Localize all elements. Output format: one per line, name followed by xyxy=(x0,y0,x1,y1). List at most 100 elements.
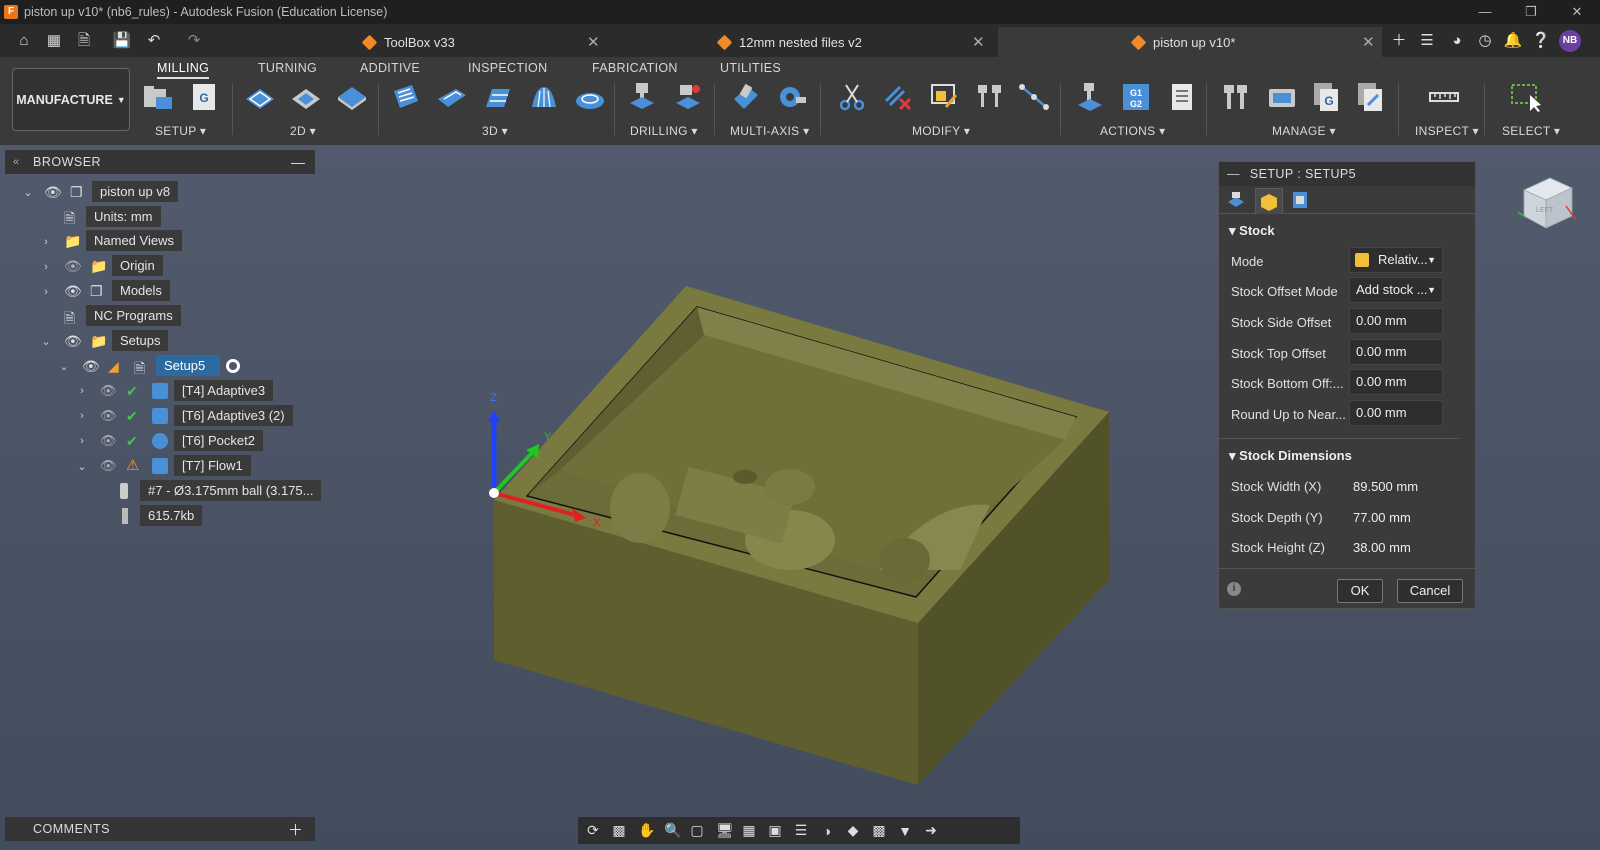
chevron-right-icon[interactable]: › xyxy=(40,286,52,298)
group-3d[interactable]: 3D ▾ xyxy=(482,124,508,138)
home-icon[interactable]: ⌂ xyxy=(14,31,34,51)
tree-operation[interactable]: [T7] Flow1 xyxy=(174,455,251,476)
zoom-icon[interactable]: 🔍 xyxy=(664,822,681,839)
stock-top-offset-input[interactable]: 0.00 mm xyxy=(1349,339,1443,365)
tree-operation[interactable]: [T6] Pocket2 xyxy=(174,430,263,451)
minimize-panel-icon[interactable]: — xyxy=(291,154,305,170)
tab-utilities[interactable]: UTILITIES xyxy=(720,61,781,75)
eye-hidden-icon[interactable]: 👁 xyxy=(100,383,117,399)
group-setup[interactable]: SETUP ▾ xyxy=(155,124,206,138)
grid-icon[interactable]: ▦ xyxy=(742,822,756,839)
trim-scissors-icon[interactable] xyxy=(836,81,868,113)
close-tab-icon[interactable]: ✕ xyxy=(587,33,600,51)
close-tab-icon[interactable]: ✕ xyxy=(1362,33,1375,51)
round-up-input[interactable]: 0.00 mm xyxy=(1349,400,1443,426)
2d-pocket-icon[interactable] xyxy=(290,81,322,113)
notifications-icon[interactable]: 🔔 xyxy=(1503,31,1523,51)
info-icon[interactable]: i xyxy=(1227,582,1241,596)
stock-section-header[interactable]: ▾ Stock xyxy=(1229,223,1275,239)
group-actions[interactable]: ACTIONS ▾ xyxy=(1100,124,1165,138)
delete-toolpath-icon[interactable] xyxy=(882,81,914,113)
tab-inspection[interactable]: INSPECTION xyxy=(468,61,547,75)
tab-stock[interactable] xyxy=(1255,188,1283,214)
display-settings-icon[interactable]: 🖥 xyxy=(716,822,734,839)
edit-feed-icon[interactable] xyxy=(928,81,960,113)
tree-root-label[interactable]: piston up v8 xyxy=(92,181,179,202)
tab-milling[interactable]: MILLING xyxy=(157,61,210,79)
viewports-icon[interactable]: ▣ xyxy=(768,822,782,839)
tree-file-size[interactable]: 615.7kb xyxy=(140,505,203,526)
clock-icon[interactable]: ◷ xyxy=(1475,31,1495,51)
eye-hidden-icon[interactable]: 👁 xyxy=(100,408,117,424)
workspace-switcher[interactable]: MANUFACTURE ▼ xyxy=(12,68,130,131)
eye-icon[interactable]: 👁 xyxy=(64,333,82,349)
tab-fabrication[interactable]: FABRICATION xyxy=(592,61,678,75)
activate-setup-icon[interactable] xyxy=(226,359,240,373)
view-cube[interactable]: LEFT xyxy=(1510,168,1582,240)
minimize-button[interactable]: — xyxy=(1462,0,1508,24)
eye-hidden-icon[interactable]: 👁 xyxy=(64,258,82,274)
group-inspect[interactable]: INSPECT ▾ xyxy=(1415,124,1479,138)
eye-icon[interactable]: 👁 xyxy=(64,283,82,299)
simulate-icon[interactable] xyxy=(1074,81,1106,113)
tab-additive[interactable]: ADDITIVE xyxy=(360,61,420,75)
pattern-icon[interactable] xyxy=(974,81,1006,113)
eye-icon[interactable]: 👁 xyxy=(44,184,62,200)
3d-adaptive-icon[interactable] xyxy=(390,81,422,113)
chevron-right-icon[interactable]: › xyxy=(40,236,52,248)
3d-pocket-icon[interactable] xyxy=(436,81,468,113)
eye-icon[interactable]: 👁 xyxy=(82,358,100,374)
2d-adaptive-icon[interactable] xyxy=(244,81,276,113)
tree-named-views[interactable]: Named Views xyxy=(86,230,182,251)
eye-hidden-icon[interactable]: 👁 xyxy=(100,433,117,449)
save-icon[interactable]: 💾 xyxy=(112,31,132,51)
tree-models[interactable]: Models xyxy=(112,280,170,301)
group-multi-axis[interactable]: MULTI-AXIS ▾ xyxy=(730,124,809,138)
multi-axis-contour-icon[interactable] xyxy=(730,81,762,113)
layers-icon[interactable]: ☰ xyxy=(794,822,808,839)
undo-icon[interactable]: ↶ xyxy=(144,31,164,51)
drill-icon[interactable] xyxy=(626,81,658,113)
tree-setups[interactable]: Setups xyxy=(112,330,169,351)
stock-offset-mode-select[interactable]: Add stock ... ▼ xyxy=(1349,277,1443,303)
chevron-down-icon[interactable]: ⌄ xyxy=(22,186,34,199)
3d-parallel-icon[interactable] xyxy=(528,81,560,113)
hole-recognition-icon[interactable] xyxy=(672,81,704,113)
folder-setup-icon[interactable] xyxy=(142,81,174,113)
tab-post-process[interactable] xyxy=(1287,188,1315,214)
tree-units-label[interactable]: Units: mm xyxy=(86,206,161,227)
extensions-icon[interactable]: ☰ xyxy=(1417,31,1437,51)
setup-sheet-icon[interactable] xyxy=(1166,81,1198,113)
machine-library-icon[interactable] xyxy=(1354,81,1386,113)
tab-12mm-nested[interactable]: 12mm nested files v2 ✕ xyxy=(700,27,990,57)
section-icon[interactable]: ◆ xyxy=(846,822,860,839)
pan-hand-icon[interactable]: ✋ xyxy=(638,822,655,839)
tab-setup[interactable] xyxy=(1223,188,1251,214)
eye-hidden-icon[interactable]: 👁 xyxy=(100,458,117,474)
chevron-right-icon[interactable]: › xyxy=(40,261,52,273)
3d-steep-shallow-icon[interactable] xyxy=(482,81,514,113)
orbit-icon[interactable]: ⟳ xyxy=(586,822,600,839)
tree-operation[interactable]: [T6] Adaptive3 (2) xyxy=(174,405,293,426)
help-icon[interactable]: ❔ xyxy=(1531,31,1551,51)
fit-icon[interactable]: ▢ xyxy=(690,822,704,839)
group-select[interactable]: SELECT ▾ xyxy=(1502,124,1560,138)
tool-display-icon[interactable]: ▼ xyxy=(898,823,912,839)
tab-toolbox[interactable]: ToolBox v33 ✕ xyxy=(345,27,605,57)
stock-dimensions-header[interactable]: ▾ Stock Dimensions xyxy=(1229,448,1352,464)
post-process-icon[interactable]: G1G2 xyxy=(1120,81,1152,113)
3d-scallop-icon[interactable] xyxy=(574,81,606,113)
group-modify[interactable]: MODIFY ▾ xyxy=(912,124,970,138)
add-comment-icon[interactable]: ＋ xyxy=(288,819,303,840)
window-select-icon[interactable] xyxy=(1510,81,1542,113)
tool-library-icon[interactable] xyxy=(1220,81,1252,113)
chevron-right-icon[interactable]: › xyxy=(76,385,88,397)
tree-tool[interactable]: #7 - Ø3.175mm ball (3.175... xyxy=(140,480,322,501)
chevron-down-icon[interactable]: ⌄ xyxy=(76,460,88,473)
multi-axis-swarf-icon[interactable] xyxy=(776,81,808,113)
collapse-dialog-icon[interactable]: — xyxy=(1227,167,1240,181)
chevron-down-icon[interactable]: ⌄ xyxy=(58,360,70,373)
stock-side-offset-input[interactable]: 0.00 mm xyxy=(1349,308,1443,334)
job-status-icon[interactable]: ◕ xyxy=(1447,31,1467,51)
close-window-button[interactable]: ✕ xyxy=(1554,0,1600,24)
